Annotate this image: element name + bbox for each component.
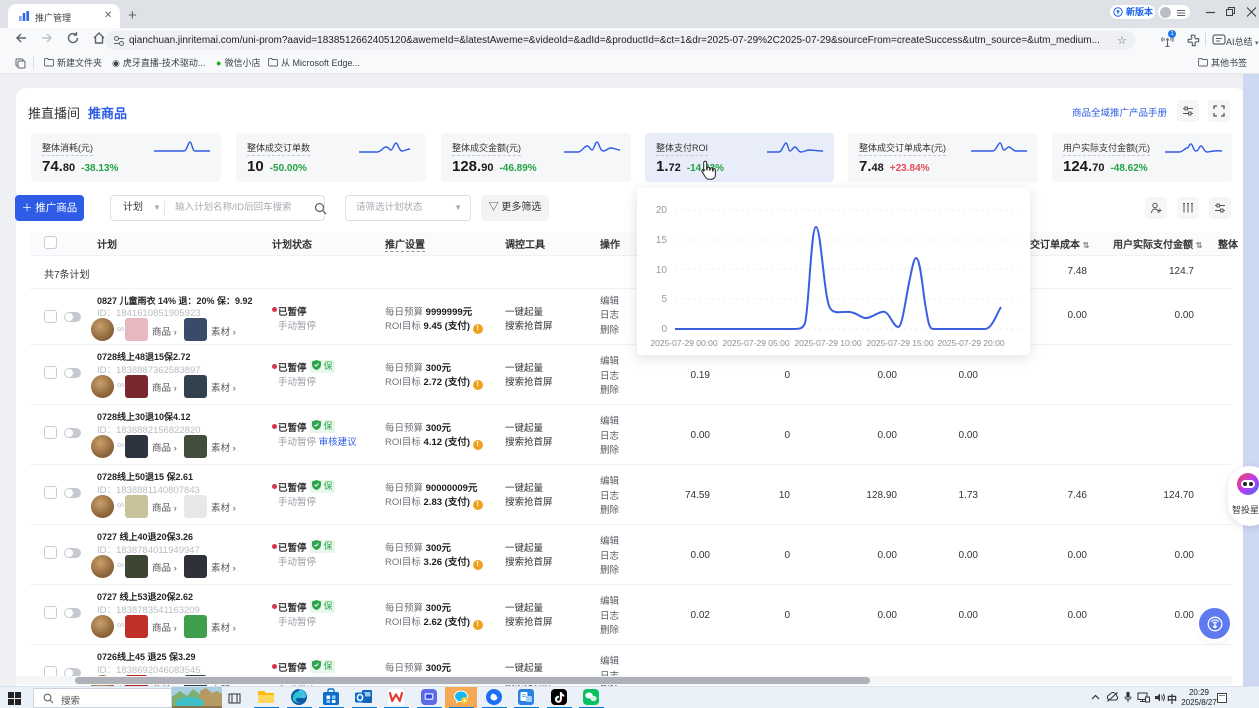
svg-text:20: 20 xyxy=(656,205,668,216)
svg-text:15: 15 xyxy=(656,235,668,246)
svg-text:2025-07-29 05:00: 2025-07-29 05:00 xyxy=(722,338,789,348)
svg-text:2025-07-29 15:00: 2025-07-29 15:00 xyxy=(866,338,933,348)
svg-text:5: 5 xyxy=(661,294,667,305)
svg-text:10: 10 xyxy=(656,265,668,276)
svg-text:0: 0 xyxy=(661,324,667,335)
svg-text:2025-07-29 20:00: 2025-07-29 20:00 xyxy=(937,338,1004,348)
svg-text:2025-07-29 00:00: 2025-07-29 00:00 xyxy=(650,338,717,348)
svg-text:2025-07-29 10:00: 2025-07-29 10:00 xyxy=(794,338,861,348)
